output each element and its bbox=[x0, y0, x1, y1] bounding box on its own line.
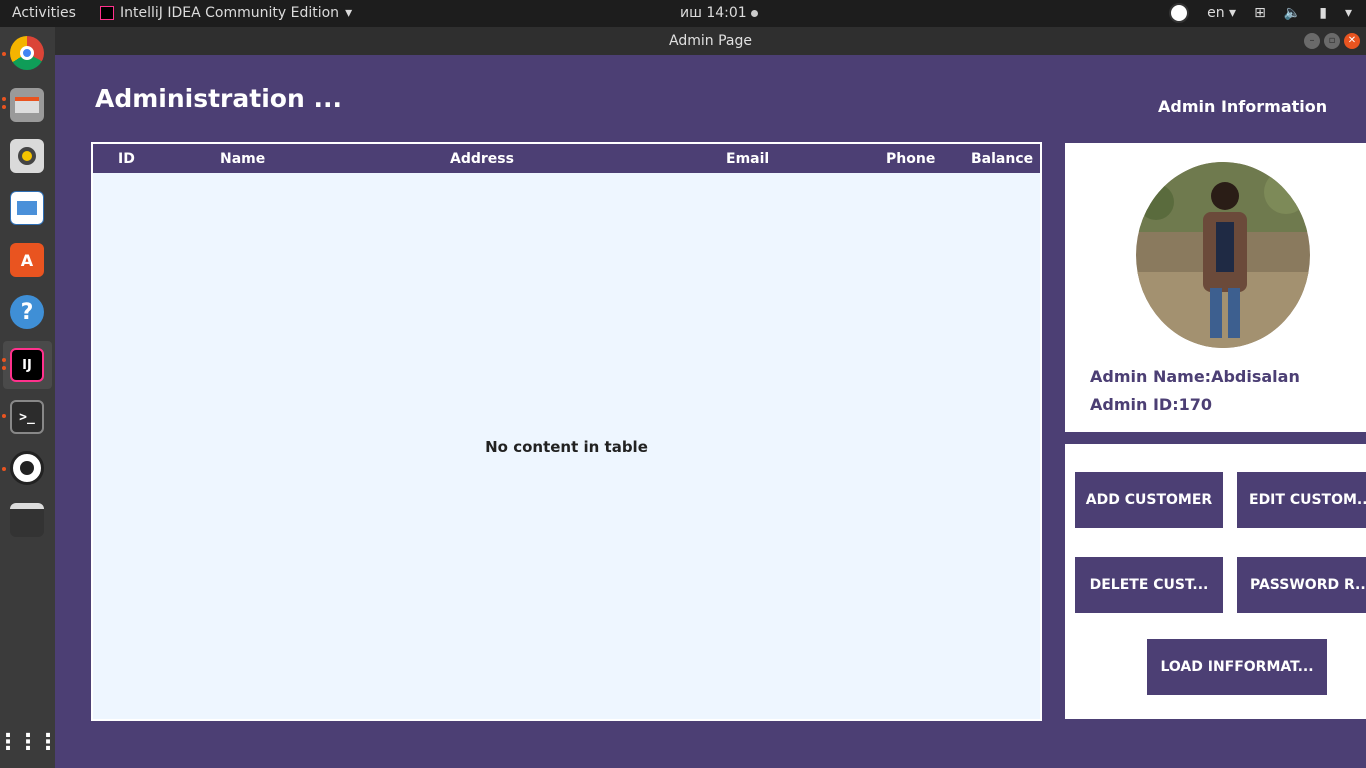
page-title: Administration ... bbox=[95, 84, 342, 113]
terminal-icon[interactable]: >_ bbox=[10, 400, 44, 434]
writer-icon[interactable] bbox=[10, 191, 44, 225]
column-header-phone[interactable]: Phone bbox=[886, 151, 935, 167]
running-indicator bbox=[2, 52, 6, 56]
column-header-name[interactable]: Name bbox=[220, 151, 265, 167]
chrome-icon[interactable] bbox=[10, 36, 44, 70]
obs-icon[interactable] bbox=[10, 451, 44, 485]
system-top-bar: Activities IntelliJ IDEA Community Editi… bbox=[0, 0, 1366, 27]
rhythmbox-icon[interactable] bbox=[10, 139, 44, 173]
admin-id-label: Admin ID:170 bbox=[1090, 395, 1212, 414]
customers-table[interactable]: ID Name Address Email Phone Balance No c… bbox=[91, 142, 1042, 721]
language-label: en bbox=[1207, 5, 1225, 21]
edit-customer-button[interactable]: EDIT CUSTOM... bbox=[1237, 472, 1366, 528]
column-header-balance[interactable]: Balance bbox=[971, 151, 1033, 167]
load-information-button[interactable]: LOAD INFFORMAT... bbox=[1147, 639, 1327, 695]
dock: A ? IJ >_ ⋮⋮⋮ bbox=[0, 27, 59, 768]
clock[interactable]: иш 14:01 bbox=[680, 5, 758, 21]
actions-card: ADD CUSTOMER EDIT CUSTOM... DELETE CUST.… bbox=[1065, 444, 1366, 719]
software-icon[interactable]: A bbox=[10, 243, 44, 277]
files-icon[interactable] bbox=[10, 88, 44, 122]
network-icon[interactable]: ⊞ bbox=[1254, 5, 1266, 21]
close-icon[interactable]: ✕ bbox=[1344, 33, 1360, 49]
add-customer-button[interactable]: ADD CUSTOMER bbox=[1075, 472, 1223, 528]
volume-icon[interactable]: 🔈 bbox=[1284, 5, 1301, 21]
empty-table-placeholder: No content in table bbox=[485, 438, 648, 456]
admin-info-card: Admin Name:Abdisalan Admin ID:170 bbox=[1065, 143, 1366, 432]
running-indicator bbox=[2, 105, 6, 109]
admin-info-heading: Admin Information bbox=[1158, 97, 1328, 116]
app-menu[interactable]: IntelliJ IDEA Community Edition ▾ bbox=[100, 5, 352, 21]
admin-name-label: Admin Name:Abdisalan bbox=[1090, 367, 1300, 386]
clapper-icon[interactable] bbox=[10, 503, 44, 537]
maximize-icon[interactable]: ▫ bbox=[1324, 33, 1340, 49]
running-indicator bbox=[2, 467, 6, 471]
password-reset-button[interactable]: PASSWORD R... bbox=[1237, 557, 1366, 613]
table-header: ID Name Address Email Phone Balance bbox=[93, 144, 1040, 173]
window-title-bar[interactable]: Admin Page – ▫ ✕ bbox=[55, 27, 1366, 55]
avatar bbox=[1136, 162, 1310, 348]
clock-label: иш 14:01 bbox=[680, 5, 747, 21]
system-menu-chevron-icon[interactable]: ▾ bbox=[1345, 5, 1352, 21]
running-indicator bbox=[2, 366, 6, 370]
language-indicator[interactable]: en ▾ bbox=[1207, 5, 1236, 21]
intellij-small-icon bbox=[100, 6, 114, 20]
column-header-email[interactable]: Email bbox=[726, 151, 769, 167]
chevron-down-icon: ▾ bbox=[345, 5, 353, 21]
obs-tray-icon[interactable] bbox=[1169, 3, 1190, 23]
column-header-id[interactable]: ID bbox=[118, 151, 135, 167]
notification-dot-icon bbox=[750, 9, 758, 17]
minimize-icon[interactable]: – bbox=[1304, 33, 1320, 49]
delete-customer-button[interactable]: DELETE CUST... bbox=[1075, 557, 1223, 613]
activities-button[interactable]: Activities bbox=[12, 5, 76, 21]
window-title: Admin Page bbox=[669, 33, 752, 49]
running-indicator bbox=[2, 414, 6, 418]
app-menu-label: IntelliJ IDEA Community Edition bbox=[120, 5, 340, 21]
running-indicator bbox=[2, 97, 6, 101]
intellij-icon[interactable]: IJ bbox=[10, 348, 44, 382]
column-header-address[interactable]: Address bbox=[450, 151, 514, 167]
apps-grid-icon[interactable]: ⋮⋮⋮ bbox=[0, 725, 59, 759]
help-icon[interactable]: ? bbox=[10, 295, 44, 329]
battery-icon[interactable]: ▮ bbox=[1319, 5, 1327, 21]
running-indicator bbox=[2, 358, 6, 362]
